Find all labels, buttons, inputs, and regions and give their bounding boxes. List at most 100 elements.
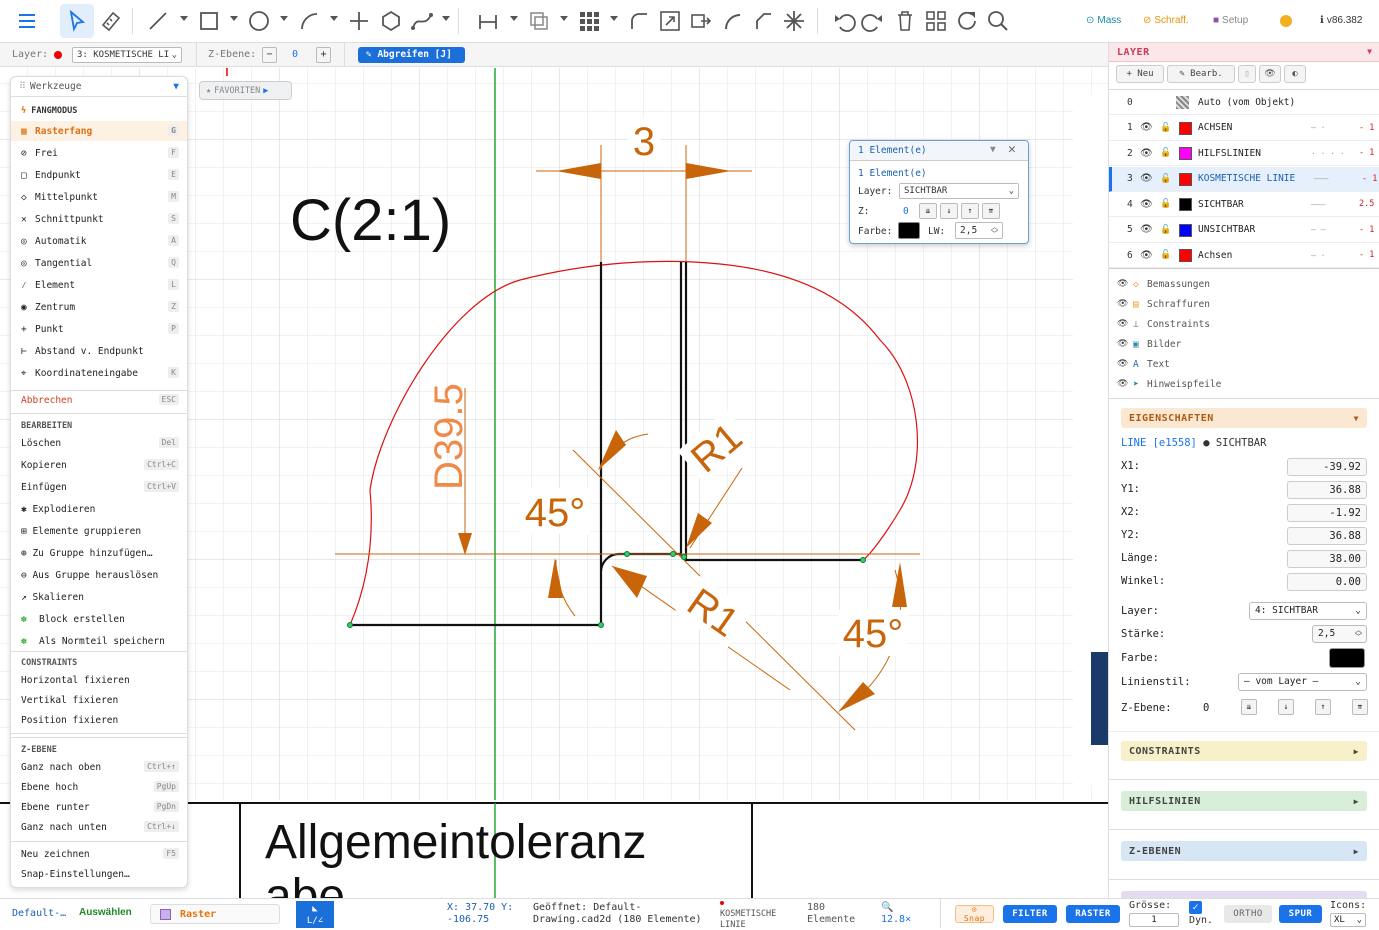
prop-field-input[interactable]: 0.00 — [1287, 573, 1367, 591]
rectangle-tool-icon[interactable] — [192, 4, 226, 38]
eye-icon[interactable]: 👁 — [1140, 250, 1153, 261]
icons-select[interactable]: XL ⌄ — [1330, 913, 1366, 927]
edit-item[interactable]: ⊞ Elemente gruppieren — [11, 521, 187, 541]
category-row[interactable]: 👁 ➤ Hinweispfeile — [1117, 375, 1372, 393]
arc-edit-tool-icon[interactable] — [715, 4, 749, 38]
edit-item[interactable]: Löschen Del — [11, 433, 187, 453]
more-section[interactable] — [1121, 891, 1367, 898]
edit-item[interactable]: ⊕ Zu Gruppe hinzufügen… — [11, 543, 187, 563]
refresh-icon[interactable] — [950, 4, 984, 38]
layer-row[interactable]: 1 👁 🔓 ACHSEN — · - 1 — [1109, 116, 1379, 141]
prop-field-input[interactable]: 36.88 — [1287, 481, 1367, 499]
prop-z-button[interactable]: ↑ — [1315, 699, 1331, 715]
zebene-item[interactable]: Ganz nach unten Ctrl+↓ — [11, 817, 187, 837]
array-dropdown-icon[interactable] — [610, 16, 618, 21]
layer-row[interactable]: 3 👁 🔓 KOSMETISCHE LINIE ——— - 1 — [1109, 166, 1379, 192]
zebene-item[interactable]: Ganz nach oben Ctrl+↑ — [11, 757, 187, 777]
layer-row[interactable]: 2 👁 🔓 HILFSLINIEN · · · · - 1 — [1109, 141, 1379, 166]
status-raster-field[interactable]: Raster — [150, 904, 280, 924]
search-icon[interactable] — [981, 4, 1015, 38]
popup-z-button[interactable]: ⇈ — [982, 203, 1000, 219]
arc-tool-icon[interactable] — [292, 4, 326, 38]
rectangle-dropdown-icon[interactable] — [230, 16, 238, 21]
new-layer-button[interactable]: + Neu — [1116, 65, 1164, 83]
dimension-tool-icon[interactable] — [471, 4, 505, 38]
collapse-icon[interactable]: ▼ — [1354, 414, 1359, 423]
circle-dropdown-icon[interactable] — [280, 16, 288, 21]
close-icon[interactable]: ✕ — [1008, 142, 1016, 157]
layer-visibility-button[interactable]: 👁 — [1259, 65, 1281, 83]
layer-panel-header[interactable]: LAYER ▼ — [1109, 43, 1379, 62]
category-row[interactable]: 👁 ⊥ Constraints — [1117, 315, 1372, 333]
snap-settings-item[interactable]: Snap-Einstellungen… — [11, 864, 187, 884]
layer-color-swatch[interactable] — [1179, 147, 1192, 160]
measure-tool-icon[interactable] — [94, 4, 128, 38]
prop-z-button[interactable]: ⇈ — [1352, 699, 1368, 715]
lock-icon[interactable]: 🔓 — [1160, 199, 1171, 209]
eye-icon[interactable]: 👁 — [1140, 224, 1153, 235]
snap-item[interactable]: ◉ Zentrum Z — [11, 297, 187, 317]
layer-row[interactable]: 4 👁 🔓 SICHTBAR ——— 2.5 — [1109, 192, 1379, 217]
abgreifen-button[interactable]: ✎ Abgreifen [J] — [358, 47, 465, 63]
layer-row[interactable]: 6 👁 🔓 Achsen — · - 1 — [1109, 243, 1379, 268]
popup-layer-select[interactable]: SICHTBAR ⌄ — [899, 183, 1019, 199]
edit-layer-button[interactable]: ✎ Bearb. — [1167, 65, 1235, 83]
collapse-icon[interactable]: ▼ — [1367, 47, 1372, 56]
prop-z-button[interactable]: ⇊ — [1241, 699, 1257, 715]
edit-item[interactable]: ⊖ Aus Gruppe herauslösen — [11, 565, 187, 585]
eigenschaften-header[interactable]: EIGENSCHAFTEN ▼ — [1121, 408, 1367, 428]
lock-icon[interactable]: 🔓 — [1160, 225, 1171, 235]
copy-dropdown-icon[interactable] — [560, 16, 568, 21]
filter-button[interactable]: FILTER — [1003, 905, 1057, 923]
line-tool-icon[interactable] — [141, 4, 175, 38]
spline-dropdown-icon[interactable] — [442, 16, 450, 21]
line-mode-button[interactable]: ◣ L/∠ — [296, 901, 334, 928]
layer-delete-button[interactable]: ▯ — [1238, 65, 1256, 83]
point-tool-icon[interactable] — [342, 4, 376, 38]
eye-icon[interactable]: 👁 — [1117, 279, 1133, 289]
spur-button[interactable]: SPUR — [1279, 905, 1322, 923]
abbrechen-item[interactable]: Abbrechen ESC — [11, 390, 187, 410]
move-tool-icon[interactable] — [684, 4, 718, 38]
collapse-icon[interactable]: ▼ — [173, 81, 179, 92]
chamfer-tool-icon[interactable] — [746, 4, 780, 38]
menu-icon[interactable] — [10, 4, 44, 38]
constraints-section[interactable]: CONSTRAINTS ▶ — [1121, 741, 1367, 761]
edit-item[interactable]: ↗ Skalieren — [11, 587, 187, 607]
zebene-minus-button[interactable]: − — [262, 47, 277, 63]
trash-icon[interactable] — [888, 4, 922, 38]
schraff-button[interactable]: ⊘ Schraff. — [1143, 15, 1189, 26]
prop-color-swatch[interactable] — [1329, 648, 1365, 668]
lock-icon[interactable]: 🔓 — [1160, 123, 1171, 133]
popup-lw-input[interactable]: 2,5 ︿ ﹀ — [955, 222, 1003, 239]
popup-z-button[interactable]: ↓ — [940, 203, 958, 219]
lock-icon[interactable]: 🔓 — [1160, 174, 1171, 184]
prop-field-input[interactable]: 36.88 — [1287, 527, 1367, 545]
prop-z-button[interactable]: ↓ — [1278, 699, 1294, 715]
layer-color-swatch[interactable] — [1179, 223, 1192, 237]
prop-field-input[interactable]: 38.00 — [1287, 550, 1367, 568]
zebene-item[interactable]: Ebene hoch PgUp — [11, 777, 187, 797]
category-row[interactable]: 👁 ◇ Bemassungen — [1117, 275, 1372, 293]
eye-icon[interactable]: 👁 — [1117, 319, 1133, 329]
constraint-item[interactable]: Position fixieren — [11, 710, 187, 730]
layer-color-swatch[interactable] — [1179, 198, 1192, 211]
layer-row[interactable]: 5 👁 🔓 UNSICHTBAR — — - 1 — [1109, 218, 1379, 243]
line-dropdown-icon[interactable] — [180, 16, 188, 21]
layer-select[interactable]: 3: KOSMETISCHE LI ⌄ — [72, 47, 182, 63]
hilfslinien-section[interactable]: HILFSLINIEN ▶ — [1121, 791, 1367, 811]
popup-z-button[interactable]: ↑ — [961, 203, 979, 219]
popup-color-swatch[interactable] — [898, 222, 920, 239]
snap-item[interactable]: ◎ Tangential Q — [11, 253, 187, 273]
zebene-plus-button[interactable]: + — [316, 47, 331, 63]
arc-dropdown-icon[interactable] — [330, 16, 338, 21]
prop-field-input[interactable]: -39.92 — [1287, 458, 1367, 476]
eye-icon[interactable]: 👁 — [1117, 299, 1133, 309]
prop-layer-select[interactable]: 4: SICHTBAR ⌄ — [1249, 602, 1367, 620]
dyn-checkbox[interactable]: ✓ — [1189, 901, 1202, 914]
status-file[interactable]: Default-… — [12, 908, 66, 919]
groesse-input[interactable]: 1 — [1129, 913, 1179, 927]
prop-linienstil-select[interactable]: — vom Layer — ⌄ — [1238, 673, 1367, 691]
ortho-button[interactable]: ORTHO — [1224, 905, 1272, 923]
snap-item[interactable]: ✕ Schnittpunkt S — [11, 209, 187, 229]
